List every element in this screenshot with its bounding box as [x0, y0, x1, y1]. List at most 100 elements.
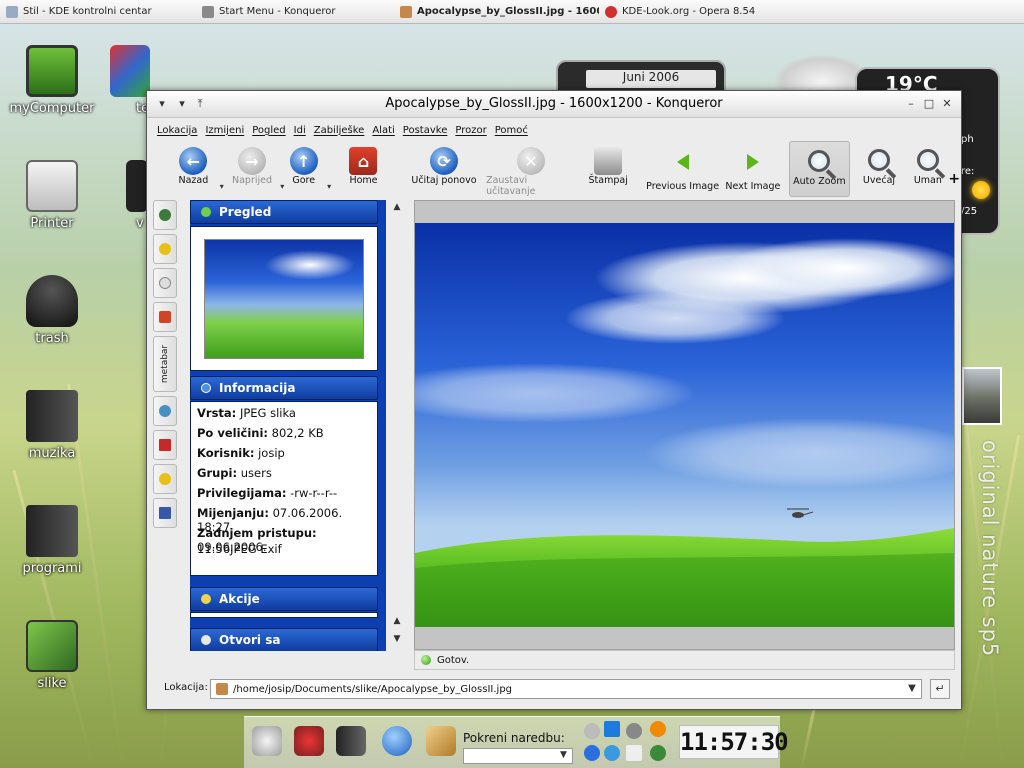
desktop-icon-mycomputer[interactable]: myComputer	[4, 45, 100, 116]
auto-zoom-label: Auto Zoom	[793, 176, 846, 187]
scroll-up-icon[interactable]: ▲	[391, 616, 403, 628]
wind-unit: ph	[961, 134, 974, 145]
device-icon	[159, 507, 171, 519]
chevron-down-icon[interactable]: ▾	[327, 182, 331, 191]
back-label: Nazad	[178, 175, 209, 186]
sidebar-tab-network[interactable]	[153, 396, 177, 426]
next-image-button[interactable]: Next Image	[723, 141, 783, 197]
section-actions-header[interactable]: Akcije	[190, 587, 378, 611]
chevron-down-icon[interactable]: ▼	[903, 680, 921, 698]
clipboard-icon[interactable]	[626, 745, 642, 761]
reload-icon: ⟳	[429, 147, 458, 175]
sidebar-tab-services[interactable]	[153, 464, 177, 494]
image-viewer[interactable]	[414, 200, 955, 650]
star-icon	[159, 243, 171, 255]
section-title: Akcije	[219, 592, 260, 606]
menu-postavke[interactable]: Postavke	[403, 125, 448, 136]
home-button[interactable]: ⌂ Home	[337, 141, 390, 197]
reload-button[interactable]: ⟳ Učitaj ponovo	[410, 141, 478, 197]
panel-clock[interactable]: 11:57:30	[679, 725, 789, 759]
bluetooth-icon[interactable]	[584, 745, 600, 761]
location-input[interactable]: /home/josip/Documents/slike/Apocalypse_b…	[210, 679, 922, 699]
actions-body	[190, 612, 378, 618]
task-konqueror-image[interactable]: Apocalypse_by_GlossII.jpg - 1600	[394, 0, 599, 24]
menu-alati[interactable]: Alati	[372, 125, 394, 136]
sidebar-tab-media[interactable]	[153, 430, 177, 460]
desktop-icon-slike[interactable]: slike	[4, 620, 100, 691]
network-tray-icon[interactable]	[626, 723, 642, 739]
home-folder-icon[interactable]	[336, 726, 366, 756]
media-icon[interactable]	[294, 726, 324, 756]
desktop-icon-partial-1[interactable]: te	[110, 45, 150, 116]
up-button[interactable]: ↑ Gore ▾	[282, 141, 331, 197]
sidebar-tab-bookmarks[interactable]	[153, 234, 177, 264]
zoom-icon	[808, 150, 831, 172]
toolbar-more-label: +	[948, 171, 961, 187]
menu-pomoc[interactable]: Pomoć	[495, 125, 528, 136]
kde-menu-icon[interactable]	[252, 726, 282, 756]
section-open-with-header[interactable]: Otvori sa	[190, 628, 378, 651]
sidebar-tab-1[interactable]	[153, 200, 177, 230]
sidebar-tab-devices[interactable]	[153, 498, 177, 528]
chevron-down-icon[interactable]: ▼	[560, 750, 567, 760]
print-button[interactable]: Štampaj	[584, 141, 633, 197]
desktop-icon-printer[interactable]: Printer	[4, 160, 100, 231]
download-icon[interactable]	[604, 721, 620, 737]
run-command-input[interactable]	[463, 748, 573, 764]
globe-icon[interactable]	[650, 745, 666, 761]
close-icon[interactable]: ✕	[940, 97, 954, 111]
task-start-menu-konqueror[interactable]: Start Menu - Konqueror	[196, 0, 394, 24]
keep-below-icon[interactable]: ▾	[175, 97, 189, 111]
zoom-out-button[interactable]: Uman	[908, 141, 947, 197]
book-icon	[159, 439, 171, 451]
task-opera[interactable]: KDE-Look.org - Opera 8.54	[599, 0, 769, 24]
zoom-out-icon	[916, 149, 939, 171]
calendar-widget[interactable]: Juni 2006	[556, 60, 726, 94]
previous-image-button[interactable]: Previous Image	[645, 141, 721, 197]
menu-lokacija[interactable]: Lokacija	[157, 125, 197, 136]
scroll-down-icon[interactable]: ▼	[391, 634, 403, 646]
main-image	[415, 223, 954, 627]
desktop-icon-muzika[interactable]: muzika	[4, 390, 100, 461]
stop-button[interactable]: ✕ Zaustavi učitavanje	[486, 141, 576, 197]
section-title: Pregled	[219, 205, 272, 219]
scroll-up-icon[interactable]: ▲	[391, 202, 403, 214]
menu-izmijeni[interactable]: Izmijeni	[205, 125, 244, 136]
toolbar-extension-button[interactable]: +	[947, 141, 961, 197]
minimize-icon[interactable]: –	[904, 97, 918, 111]
go-button[interactable]: ↵	[930, 679, 950, 699]
sidebar-tab-history[interactable]	[153, 268, 177, 298]
desktop-icon-programi[interactable]: programi	[4, 505, 100, 576]
window-titlebar[interactable]: ▾ ▾ ⤒ Apocalypse_by_GlossII.jpg - 1600x1…	[147, 91, 961, 118]
photo-frame-widget[interactable]	[962, 367, 1002, 425]
computer-icon	[26, 45, 78, 97]
panel-scrollbar[interactable]: ▲ ▲ ▼	[389, 200, 405, 651]
browser-icon[interactable]	[382, 726, 412, 756]
sidebar-tab-home[interactable]	[153, 302, 177, 332]
tools-icon[interactable]	[426, 726, 456, 756]
desktop-icon-partial-2[interactable]: v	[126, 160, 148, 231]
zoom-in-button[interactable]: Uvećaj	[854, 141, 905, 197]
star-icon	[159, 473, 171, 485]
task-kde-control-center[interactable]: Stil - KDE kontrolni centar	[0, 0, 196, 24]
menu-pogled[interactable]: Pogled	[252, 125, 285, 136]
window-menu-icon[interactable]: ▾	[155, 97, 169, 111]
forward-button[interactable]: → Naprijed ▾	[222, 141, 284, 197]
desktop-icon-trash[interactable]: trash	[4, 275, 100, 346]
share-icon[interactable]	[604, 745, 620, 761]
desktop-icon-label: slike	[37, 676, 67, 691]
triangle-right-icon	[746, 154, 759, 170]
maximize-icon[interactable]: □	[922, 97, 936, 111]
warning-icon[interactable]	[650, 721, 666, 737]
section-preview-header[interactable]: Pregled	[190, 200, 378, 224]
volume-icon[interactable]	[584, 723, 600, 739]
menu-zabiljeske[interactable]: Zabilješke	[314, 125, 365, 136]
sidebar-tab-metabar[interactable]: metabar	[153, 336, 177, 392]
keep-above-icon[interactable]: ⤒	[193, 97, 207, 111]
auto-zoom-button[interactable]: Auto Zoom	[789, 141, 850, 197]
back-button[interactable]: ← Nazad ▾	[169, 141, 224, 197]
section-info-header[interactable]: Informacija	[190, 376, 378, 400]
menu-idi[interactable]: Idi	[294, 125, 306, 136]
status-bar: Gotov.	[414, 650, 955, 670]
menu-prozor[interactable]: Prozor	[455, 125, 486, 136]
